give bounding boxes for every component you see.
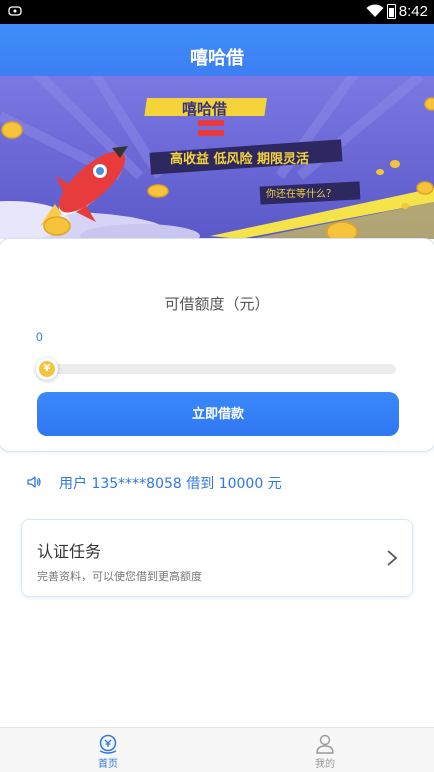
banner-brand: 嘻哈借 xyxy=(182,100,228,118)
tab-mine[interactable]: 我的 xyxy=(285,728,365,772)
certification-task-card[interactable]: 认证任务 完善资料，可以使您借到更高额度 xyxy=(21,519,413,597)
page-title: 嘻哈借 xyxy=(190,48,244,69)
chevron-right-icon xyxy=(387,550,398,566)
task-description: 完善资料，可以使您借到更高额度 xyxy=(37,570,202,583)
yuan-coin-icon: ¥ xyxy=(39,361,55,377)
user-icon xyxy=(316,734,334,754)
notification-icon xyxy=(8,6,22,16)
status-bar: 8:42 xyxy=(0,0,434,24)
home-yuan-icon xyxy=(99,734,117,754)
tab-mine-label: 我的 xyxy=(315,759,335,770)
tab-home-label: 首页 xyxy=(98,759,118,770)
status-time: 8:42 xyxy=(398,3,428,20)
tab-home[interactable]: 首页 xyxy=(68,728,148,772)
notice-text: 用户 135****8058 借到 10000 元 xyxy=(59,476,282,492)
app-header: 嘻哈借 xyxy=(0,24,434,76)
battery-icon xyxy=(387,4,396,19)
loan-amount-value: 0 xyxy=(36,330,43,344)
task-title: 认证任务 xyxy=(37,542,102,561)
loan-amount-label: 可借额度（元） xyxy=(164,295,270,313)
wifi-icon xyxy=(366,4,384,17)
bottom-tab-bar: 首页 我的 xyxy=(0,727,434,772)
speaker-icon xyxy=(27,476,41,488)
borrow-now-button[interactable]: 立即借款 xyxy=(37,392,399,436)
banner-tagline: 你还在等什么？ xyxy=(266,189,336,200)
promo-banner[interactable]: 嘻哈借 高收益 低风险 期限灵活 你还在等什么？ xyxy=(0,76,434,239)
slider-handle[interactable]: ¥ xyxy=(36,358,58,380)
loan-amount-slider[interactable] xyxy=(39,364,396,374)
loan-card: 可借额度（元） 0 ¥ 立即借款 xyxy=(0,238,434,452)
banner-slogan: 高收益 低风险 期限灵活 xyxy=(170,152,310,167)
